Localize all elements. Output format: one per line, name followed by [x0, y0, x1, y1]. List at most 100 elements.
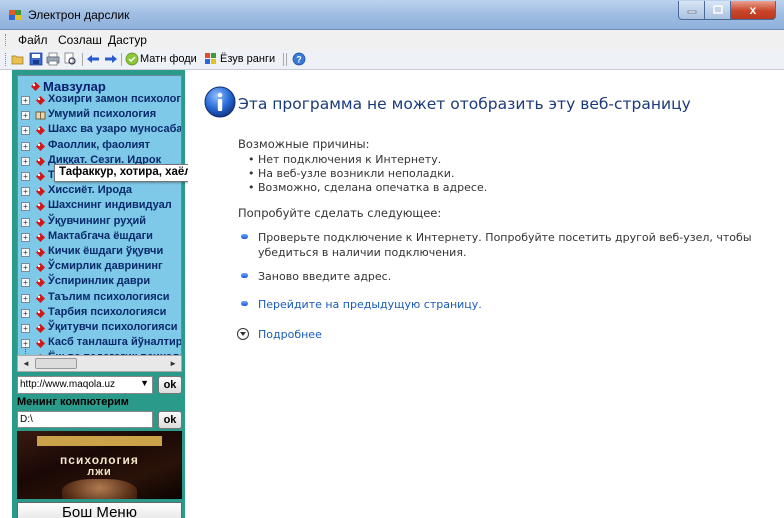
back-arrow-icon[interactable] — [86, 52, 100, 66]
expand-plus-icon[interactable]: + — [21, 96, 30, 105]
tree-root-label: Мавзулар — [43, 79, 106, 94]
print-preview-icon[interactable] — [63, 52, 77, 66]
expand-plus-icon[interactable]: + — [21, 248, 30, 257]
menu-program[interactable]: Дастур — [108, 33, 147, 47]
expand-plus-icon[interactable]: + — [21, 217, 30, 227]
color-button-label[interactable]: Ёзув ранги — [220, 53, 275, 65]
topic-node-icon — [36, 263, 45, 273]
window-title: Электрон дарслик — [28, 8, 130, 22]
tree-item-label: Таълим психологияси — [48, 290, 170, 303]
svg-text:?: ? — [296, 55, 302, 65]
expand-plus-icon[interactable]: + — [21, 187, 30, 197]
url-value: http://www.maqola.uz — [20, 379, 116, 390]
topic-node-icon — [36, 232, 45, 242]
font-icon[interactable] — [125, 52, 139, 66]
menu-settings[interactable]: Созлаш — [58, 33, 102, 47]
try-title: Попробуйте сделать следующее: — [238, 206, 442, 220]
topics-tree[interactable]: Мавзулар + Хозирги замон психологияси + Уму… — [17, 75, 182, 362]
reason-item: Возможно, сделана опечатка в адресе. — [248, 181, 487, 194]
save-icon[interactable] — [29, 52, 43, 66]
tree-tooltip: Тафаккур, хотира, хаёл — [54, 164, 197, 182]
toolbar-separator — [286, 53, 287, 66]
path-value: D:\ — [20, 414, 33, 425]
expand-plus-icon[interactable]: + — [21, 232, 30, 242]
topic-node-icon — [36, 202, 45, 212]
topic-node-icon — [36, 248, 45, 257]
book-face-illustration — [62, 479, 137, 499]
scrollbar-thumb[interactable] — [35, 358, 77, 369]
main-menu-button[interactable]: Бош Меню — [17, 502, 182, 518]
topic-node-icon — [36, 187, 45, 197]
maximize-icon — [712, 5, 723, 14]
topic-node-icon — [36, 126, 45, 136]
toolbar-separator — [121, 53, 122, 66]
expand-plus-icon[interactable]: + — [21, 126, 30, 136]
path-field[interactable]: D:\ — [17, 411, 153, 428]
tree-item-label: Ўқувчининг руҳий — [48, 214, 146, 227]
forward-arrow-icon[interactable] — [104, 52, 118, 66]
help-icon[interactable]: ? — [292, 52, 306, 66]
expand-plus-icon[interactable]: + — [21, 172, 30, 181]
expand-plus-icon[interactable]: + — [21, 263, 30, 273]
reason-item: На веб-узле возникли неполадки. — [248, 167, 454, 180]
title-bar: Электрон дарслик x — [0, 0, 784, 30]
book-band — [37, 436, 162, 446]
tree-item-label: Касб танлашга йўналтириш — [48, 336, 182, 349]
reasons-title: Возможные причины: — [238, 137, 370, 151]
url-combobox[interactable]: http://www.maqola.uz ▼ — [17, 376, 153, 394]
tree-item-label: Шахснинг индивидуал — [48, 199, 172, 212]
maximize-button[interactable] — [705, 1, 731, 20]
expand-plus-icon[interactable]: + — [21, 293, 30, 303]
menu-file[interactable]: Файл — [18, 33, 48, 47]
left-panel: Мавзулар + Хозирги замон психологияси + Уму… — [12, 70, 185, 518]
expand-plus-icon[interactable]: + — [21, 111, 30, 121]
scroll-left-arrow-icon[interactable]: ◄ — [22, 359, 30, 368]
tree-item-label: Хиссиёт. Ирода — [48, 184, 133, 197]
topic-node-icon — [36, 324, 45, 333]
previous-page-link[interactable]: Перейдите на предыдущую страницу. — [258, 297, 784, 312]
topic-node-icon — [36, 217, 45, 227]
url-ok-button[interactable]: ok — [158, 376, 182, 394]
menu-grip — [5, 34, 7, 46]
topic-node-icon — [36, 172, 45, 181]
error-title: Эта программа не может отобразить эту ве… — [238, 95, 691, 113]
expand-plus-icon[interactable]: + — [21, 308, 30, 318]
topic-node-icon — [36, 156, 45, 166]
minimize-button[interactable] — [678, 1, 705, 20]
close-button[interactable]: x — [731, 1, 776, 20]
topic-node-icon — [36, 278, 45, 288]
scroll-right-arrow-icon[interactable]: ► — [169, 359, 177, 368]
open-folder-icon[interactable] — [11, 52, 25, 66]
book-node-icon — [35, 111, 46, 120]
tree-item-label: Шахс ва узаро муносабатлар — [48, 123, 182, 136]
book-subtitle: лжи — [87, 466, 112, 478]
tree-item-label: Умумий психология — [48, 108, 157, 121]
try-item: Проверьте подключение к Интернету. Попро… — [258, 231, 752, 259]
app-icon — [9, 10, 21, 20]
expand-plus-icon[interactable]: + — [21, 324, 30, 333]
expand-plus-icon[interactable]: + — [21, 278, 30, 288]
topic-node-icon — [36, 96, 45, 105]
try-item: Заново введите адрес. — [258, 270, 392, 283]
close-icon: x — [749, 3, 757, 17]
font-button-label[interactable]: Матн фоди — [140, 53, 197, 65]
topic-node-icon — [31, 82, 40, 91]
path-ok-button[interactable]: ok — [158, 411, 182, 429]
print-icon[interactable] — [46, 52, 60, 66]
expand-circle-icon[interactable] — [237, 328, 249, 340]
topic-node-icon — [36, 293, 45, 303]
tree-item-label: Ўқитувчи психологияси — [48, 321, 178, 333]
browser-content: Эта программа не может отобразить эту ве… — [188, 70, 784, 518]
expand-plus-icon[interactable]: + — [21, 202, 30, 212]
tree-item-label: Ўспиринлик даври — [48, 275, 151, 288]
text-color-icon[interactable] — [204, 52, 218, 66]
book-title: психология — [60, 453, 139, 467]
chevron-down-icon[interactable]: ▼ — [140, 378, 149, 388]
expand-plus-icon[interactable]: + — [21, 156, 30, 166]
tree-item-label: Хозирги замон психологияси — [48, 93, 181, 105]
tree-horizontal-scrollbar[interactable]: ◄ ► — [17, 355, 182, 372]
menu-bar: Файл Созлаш Дастур — [0, 30, 784, 50]
tree-item-label: Мактабгача ёшдаги — [48, 229, 153, 242]
more-info-link[interactable]: Подробнее — [258, 328, 322, 341]
expand-plus-icon[interactable]: + — [21, 141, 30, 151]
